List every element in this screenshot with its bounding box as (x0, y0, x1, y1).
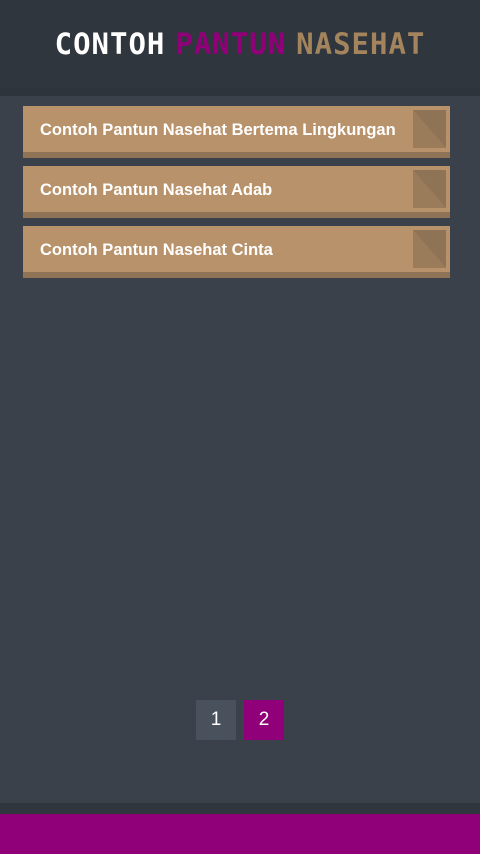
page-button-2-current[interactable]: 2 (244, 700, 284, 740)
list-item[interactable]: Contoh Pantun Nasehat Adab (23, 166, 450, 218)
article-list: Contoh Pantun Nasehat Bertema Lingkungan… (23, 106, 450, 286)
list-item[interactable]: Contoh Pantun Nasehat Bertema Lingkungan (23, 106, 450, 158)
app-header: Contoh Pantun Nasehat (0, 0, 480, 88)
app-title: Contoh Pantun Nasehat (55, 27, 426, 61)
list-item-label: Contoh Pantun Nasehat Cinta (40, 241, 273, 259)
header-divider (0, 88, 480, 96)
list-item-label: Contoh Pantun Nasehat Bertema Lingkungan (40, 121, 396, 139)
title-word-contoh: Contoh (54, 27, 166, 61)
list-item-label: Contoh Pantun Nasehat Adab (40, 181, 273, 199)
title-word-nasehat: Nasehat (296, 27, 426, 61)
title-word-pantun: Pantun (175, 27, 287, 61)
corner-fold-shade (413, 170, 446, 208)
corner-fold-shade (413, 110, 446, 148)
app-footer (0, 814, 480, 854)
corner-fold-shade (413, 230, 446, 268)
footer-divider (0, 803, 480, 814)
app-screen: Contoh Pantun Nasehat Contoh Pantun Nase… (0, 0, 480, 854)
page-button-1[interactable]: 1 (196, 700, 236, 740)
list-item[interactable]: Contoh Pantun Nasehat Cinta (23, 226, 450, 278)
pagination: 1 2 (0, 700, 480, 740)
